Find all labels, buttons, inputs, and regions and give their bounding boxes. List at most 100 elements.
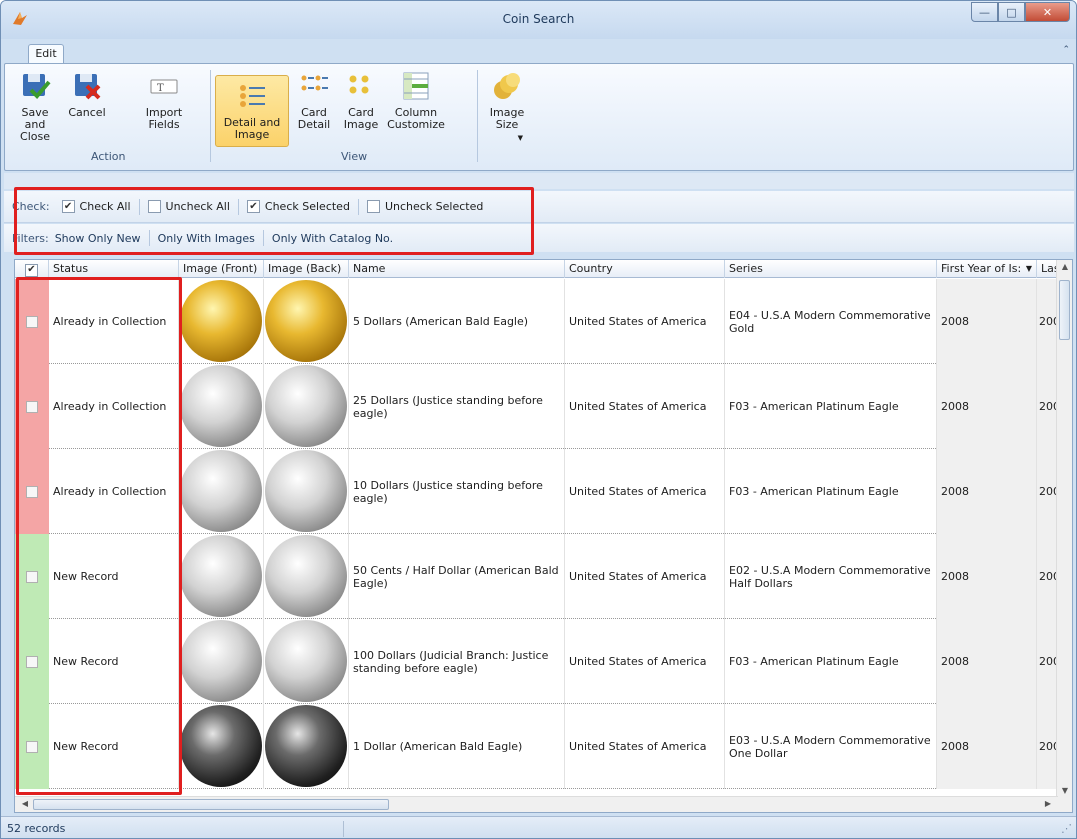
column-header-name[interactable]: Name [349, 260, 565, 278]
cancel-button[interactable]: Cancel [65, 70, 109, 119]
checkbox-checked-icon: ✔ [25, 263, 38, 277]
column-header-country[interactable]: Country [565, 260, 725, 278]
image-back-cell [264, 534, 349, 619]
table-row[interactable]: Already in Collection 5 Dollars (America… [15, 279, 1058, 364]
check-selected-option[interactable]: ✔ Check Selected [241, 200, 356, 213]
card-detail-label: Card Detail [297, 106, 331, 131]
last-year-cell: 200 [1037, 619, 1058, 704]
filters-label: Filters: [12, 231, 49, 245]
row-status-indicator[interactable] [15, 364, 49, 449]
row-checkbox[interactable] [26, 315, 38, 328]
resize-grip-icon[interactable]: ⋰ [1061, 817, 1072, 838]
cancel-label: Cancel [68, 106, 106, 119]
column-grid-icon [403, 72, 429, 100]
table-row[interactable]: Already in Collection 10 Dollars (Justic… [15, 449, 1058, 534]
horizontal-scrollbar[interactable]: ◀ ▶ [15, 796, 1058, 812]
save-and-close-label: Save and Close [20, 106, 50, 143]
grid-header: ✔ Status Image (Front) Image (Back) Name… [15, 260, 1072, 278]
minimize-button[interactable]: — [971, 2, 998, 22]
coin-stack-icon [494, 73, 520, 99]
coin-back-image [265, 450, 347, 532]
last-year-cell: 200 [1037, 364, 1058, 449]
import-fields-label: Import Fields [145, 106, 183, 131]
vertical-scroll-thumb[interactable] [1059, 280, 1070, 340]
column-customize-button[interactable]: Column Customize [387, 70, 445, 131]
last-year-cell: 200 [1037, 534, 1058, 619]
results-grid: ✔ Status Image (Front) Image (Back) Name… [14, 259, 1073, 813]
close-button[interactable]: ✕ [1025, 2, 1070, 22]
image-back-cell [264, 279, 349, 364]
row-checkbox[interactable] [26, 740, 38, 753]
row-status-indicator[interactable] [15, 704, 49, 789]
divider [343, 821, 344, 837]
row-checkbox[interactable] [26, 485, 38, 498]
table-row[interactable]: New Record 50 Cents / Half Dollar (Ameri… [15, 534, 1058, 619]
ribbon-bottom-strip [4, 173, 1074, 189]
uncheck-selected-option[interactable]: Uncheck Selected [361, 200, 489, 213]
image-front-cell [179, 364, 264, 449]
first-year-cell: 2008 [937, 704, 1037, 789]
record-count: 52 records [7, 822, 66, 835]
row-status-indicator[interactable] [15, 619, 49, 704]
row-checkbox[interactable] [26, 570, 38, 583]
row-checkbox[interactable] [26, 400, 38, 413]
coin-back-image [265, 620, 347, 702]
ribbon-collapse-icon[interactable]: ⌃ [1062, 45, 1070, 55]
table-row[interactable]: Already in Collection 25 Dollars (Justic… [15, 364, 1058, 449]
card-detail-icon [301, 75, 328, 91]
check-all-option[interactable]: ✔ Check All [56, 200, 137, 213]
coin-front-image [180, 620, 262, 702]
last-year-cell: 200 [1037, 704, 1058, 789]
detail-and-image-label: Detail and Image [223, 116, 281, 141]
scroll-left-icon[interactable]: ◀ [17, 799, 33, 808]
status-cell: New Record [49, 704, 179, 789]
uncheck-all-option[interactable]: Uncheck All [142, 200, 236, 213]
filter-show-only-new[interactable]: Show Only New [55, 232, 147, 245]
table-row[interactable]: New Record 1 Dollar (American Bald Eagle… [15, 704, 1058, 789]
checkbox-unchecked-icon [366, 200, 380, 213]
scroll-down-icon[interactable]: ▼ [1057, 786, 1072, 795]
table-row[interactable]: New Record 100 Dollars (Judicial Branch:… [15, 619, 1058, 704]
row-status-indicator[interactable] [15, 449, 49, 534]
card-image-button[interactable]: Card Image [341, 70, 381, 131]
country-cell: United States of America [565, 534, 725, 619]
detail-list-icon [240, 85, 265, 107]
select-all-header[interactable]: ✔ [15, 260, 49, 278]
column-header-status[interactable]: Status [49, 260, 179, 278]
image-size-label: Image Size [489, 106, 525, 131]
column-header-series[interactable]: Series [725, 260, 937, 278]
filter-only-with-images[interactable]: Only With Images [152, 232, 261, 245]
column-header-first-year[interactable]: First Year of Is: ▼ [937, 260, 1037, 278]
row-status-indicator[interactable] [15, 534, 49, 619]
tab-edit[interactable]: Edit [28, 44, 64, 64]
scroll-up-icon[interactable]: ▲ [1057, 262, 1072, 271]
country-cell: United States of America [565, 449, 725, 534]
image-size-button[interactable]: Image Size ▼ [485, 70, 529, 142]
row-status-indicator[interactable] [15, 279, 49, 364]
country-cell: United States of America [565, 619, 725, 704]
card-image-icon [349, 75, 369, 94]
checkbox-checked-icon: ✔ [61, 200, 75, 213]
group-label-view: View [341, 150, 368, 163]
first-year-cell: 2008 [937, 449, 1037, 534]
filter-only-with-catalog[interactable]: Only With Catalog No. [266, 232, 399, 245]
import-fields-button[interactable]: T Import Fields [139, 70, 189, 131]
maximize-button[interactable]: □ [998, 2, 1025, 22]
coin-back-image [265, 705, 347, 787]
image-front-cell [179, 704, 264, 789]
horizontal-scroll-thumb[interactable] [33, 799, 389, 810]
column-header-image-back[interactable]: Image (Back) [264, 260, 349, 278]
column-header-image-front[interactable]: Image (Front) [179, 260, 264, 278]
checkbox-unchecked-icon [147, 200, 161, 213]
title-bar: Coin Search — □ ✕ [1, 1, 1076, 39]
column-header-last-year[interactable]: Last [1037, 260, 1058, 278]
detail-and-image-button[interactable]: Detail and Image [215, 75, 289, 147]
save-and-close-button[interactable]: Save and Close [11, 70, 59, 143]
scroll-right-icon[interactable]: ▶ [1040, 799, 1056, 808]
coin-front-image [180, 365, 262, 447]
divider [237, 198, 239, 215]
row-checkbox[interactable] [26, 655, 38, 668]
vertical-scrollbar[interactable]: ▲ ▼ [1056, 260, 1072, 812]
cancel-icon [75, 74, 101, 100]
card-detail-button[interactable]: Card Detail [293, 70, 335, 131]
